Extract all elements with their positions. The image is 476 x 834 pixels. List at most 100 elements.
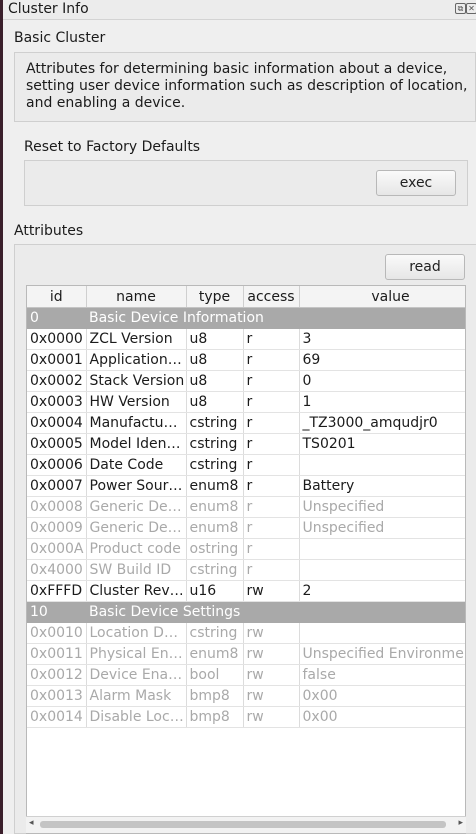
column-header-name[interactable]: name <box>86 286 187 308</box>
attribute-row[interactable]: 0xFFFD Cluster Rev… u16 rw 2 <box>27 580 465 602</box>
attribute-row[interactable]: 0x000A Product code ostring r <box>27 538 465 560</box>
attribute-row[interactable]: 0x0012 Device Ena… bool rw false <box>27 664 465 686</box>
cell-name: Alarm Mask <box>86 685 187 707</box>
cell-type: cstring <box>186 412 244 434</box>
scroll-right-icon[interactable]: ▸ <box>458 818 463 828</box>
cell-value: 69 <box>299 349 465 371</box>
attribute-row[interactable]: 0x0001 Application… u8 r 69 <box>27 349 465 371</box>
cell-access: r <box>243 412 300 434</box>
cell-access: r <box>243 538 300 560</box>
cell-id: 0x0001 <box>27 349 87 371</box>
cell-value: TS0201 <box>299 433 465 455</box>
cell-access: r <box>243 496 300 518</box>
section-row[interactable]: 10 Basic Device Settings <box>27 601 465 623</box>
attribute-row[interactable]: 0x0013 Alarm Mask bmp8 rw 0x00 <box>27 685 465 707</box>
column-header-id[interactable]: id <box>27 286 87 308</box>
description-box: Attributes for determining basic informa… <box>14 52 476 122</box>
cell-type: u8 <box>186 391 244 413</box>
cell-access: r <box>243 517 300 539</box>
cell-name: Date Code <box>86 454 187 476</box>
cell-name: Model Iden… <box>86 433 187 455</box>
attribute-row[interactable]: 0x0014 Disable Loc… bmp8 rw 0x00 <box>27 706 465 728</box>
cell-value: Unspecified <box>299 496 465 518</box>
attribute-row[interactable]: 0x0009 Generic De… enum8 r Unspecified <box>27 517 465 539</box>
read-button[interactable]: read <box>385 254 465 280</box>
attributes-title: Attributes <box>14 223 84 239</box>
cell-access: r <box>243 475 300 497</box>
cell-value: Unspecified <box>299 517 465 539</box>
cell-access: rw <box>243 706 300 728</box>
horizontal-scrollbar[interactable]: ◂ ▸ <box>26 816 466 833</box>
cell-name: SW Build ID <box>86 559 187 581</box>
cell-name: HW Version <box>86 391 187 413</box>
cell-id: 0x0014 <box>27 706 87 728</box>
attribute-row[interactable]: 0x0010 Location D… cstring rw <box>27 622 465 644</box>
section-row[interactable]: 0 Basic Device Information <box>27 307 465 329</box>
cluster-description: Attributes for determining basic informa… <box>26 61 468 111</box>
cell-access: r <box>243 454 300 476</box>
panel-titlebar[interactable]: Cluster Info ⧉ ✕ <box>3 0 476 20</box>
cell-name: Power Sour… <box>86 475 187 497</box>
cell-id: 0x4000 <box>27 559 87 581</box>
table-body: 0 Basic Device Information 0x0000 ZCL Versi… <box>27 307 465 728</box>
cell-type: bool <box>186 664 244 686</box>
cell-value <box>299 454 465 476</box>
cell-value[interactable]: 2 <box>299 580 465 602</box>
attribute-row[interactable]: 0x0002 Stack Version u8 r 0 <box>27 370 465 392</box>
cell-value[interactable]: 0x00 <box>299 706 465 728</box>
cell-name: Generic De… <box>86 496 187 518</box>
cell-value[interactable]: false <box>299 664 465 686</box>
cell-id: 0x000A <box>27 538 87 560</box>
cell-id: 0x0005 <box>27 433 87 455</box>
float-icon[interactable]: ⧉ <box>455 3 466 14</box>
cell-type: u8 <box>186 370 244 392</box>
cell-value[interactable]: 0x00 <box>299 685 465 707</box>
cell-access: r <box>243 370 300 392</box>
cell-name: Physical En… <box>86 643 187 665</box>
cell-value <box>299 538 465 560</box>
reset-title: Reset to Factory Defaults <box>24 139 201 155</box>
cell-value: 3 <box>299 328 465 350</box>
table-header: id name type access value <box>27 286 465 308</box>
cell-name: Manufactu… <box>86 412 187 434</box>
attribute-row[interactable]: 0x4000 SW Build ID cstring r <box>27 559 465 581</box>
attribute-row[interactable]: 0x0006 Date Code cstring r <box>27 454 465 476</box>
cell-name: Cluster Rev… <box>86 580 187 602</box>
cell-value: 1 <box>299 391 465 413</box>
attribute-row[interactable]: 0x0000 ZCL Version u8 r 3 <box>27 328 465 350</box>
attribute-row[interactable]: 0x0007 Power Sour… enum8 r Battery <box>27 475 465 497</box>
scroll-left-icon[interactable]: ◂ <box>29 818 34 828</box>
column-header-access[interactable]: access <box>243 286 300 308</box>
cell-value[interactable]: Unspecified Environment <box>299 643 465 665</box>
attribute-row[interactable]: 0x0003 HW Version u8 r 1 <box>27 391 465 413</box>
cell-access: r <box>243 391 300 413</box>
cell-value: Battery <box>299 475 465 497</box>
cell-value: 0 <box>299 370 465 392</box>
attribute-row[interactable]: 0x0005 Model Iden… cstring r TS0201 <box>27 433 465 455</box>
cell-id: 0x0013 <box>27 685 87 707</box>
cell-value <box>299 559 465 581</box>
cell-value: _TZ3000_amqudjr0 <box>299 412 465 434</box>
cell-id: 0x0010 <box>27 622 87 644</box>
cell-value[interactable] <box>299 622 465 644</box>
cell-type: enum8 <box>186 475 244 497</box>
exec-button[interactable]: exec <box>376 170 456 196</box>
section-name: Basic Device Information <box>86 307 465 329</box>
attribute-row[interactable]: 0x0008 Generic De… enum8 r Unspecified <box>27 496 465 518</box>
reset-box: exec <box>24 160 468 206</box>
section-name: Basic Device Settings <box>86 601 465 623</box>
scrollbar-thumb[interactable] <box>40 821 446 828</box>
cell-access: rw <box>243 664 300 686</box>
cell-access: rw <box>243 685 300 707</box>
column-header-type[interactable]: type <box>186 286 244 308</box>
cell-type: bmp8 <box>186 685 244 707</box>
column-header-value[interactable]: value <box>299 286 465 308</box>
cell-type: u8 <box>186 328 244 350</box>
attribute-row[interactable]: 0x0011 Physical En… enum8 rw Unspecified Env… <box>27 643 465 665</box>
attributes-table[interactable]: id name type access value 0 Basic Device … <box>26 285 466 834</box>
attribute-row[interactable]: 0x0004 Manufactu… cstring r _TZ3000_amqudjr0 <box>27 412 465 434</box>
close-icon[interactable]: ✕ <box>466 3 476 14</box>
basic-cluster-title: Basic Cluster <box>14 30 106 46</box>
cell-type: u8 <box>186 349 244 371</box>
cell-access: rw <box>243 643 300 665</box>
